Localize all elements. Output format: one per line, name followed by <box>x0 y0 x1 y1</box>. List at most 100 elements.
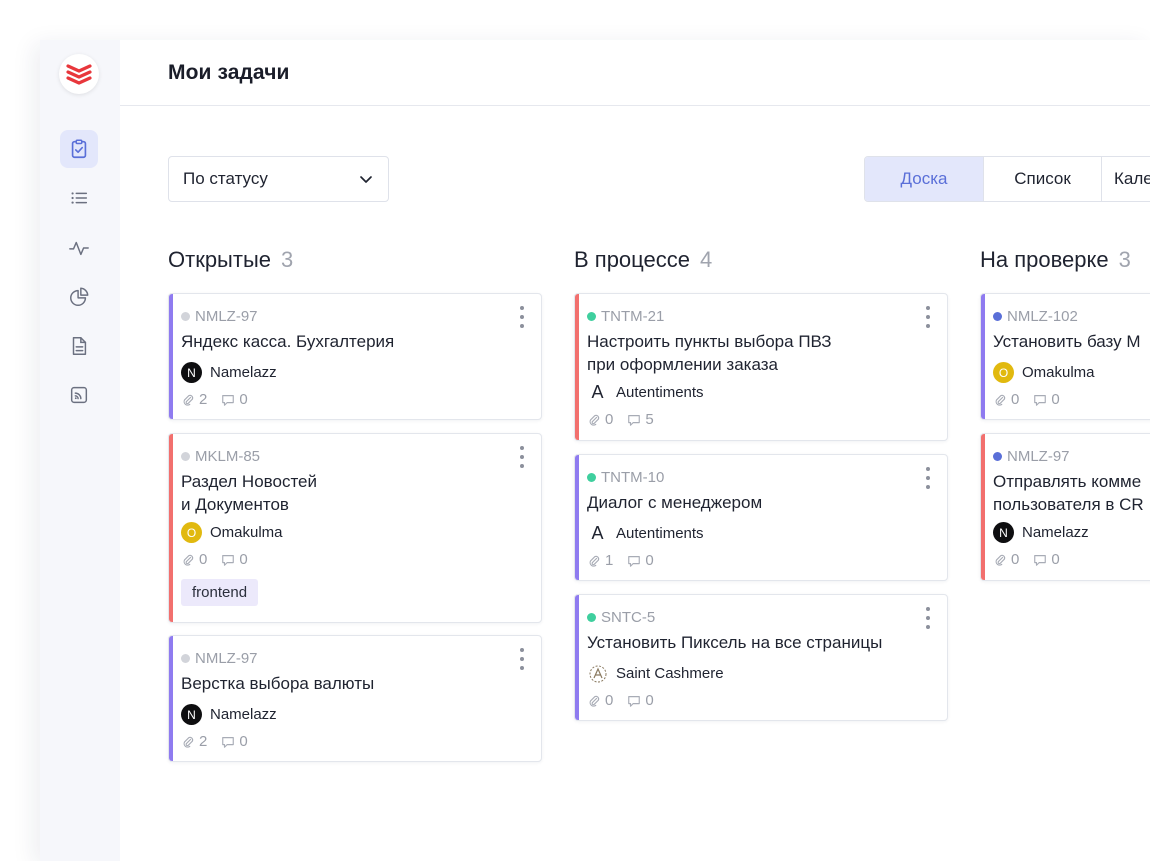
card-menu-button[interactable] <box>517 304 527 330</box>
task-card[interactable]: NMLZ-97 Яндекс касса. Бухгалтерия N Name… <box>168 293 542 420</box>
task-key: NMLZ-97 <box>181 308 258 325</box>
app-logo[interactable] <box>59 54 99 94</box>
avatar: O <box>993 362 1014 383</box>
task-key: NMLZ-102 <box>993 308 1078 325</box>
card-menu-button[interactable] <box>517 444 527 470</box>
logo-icon <box>66 64 92 85</box>
task-stats: 2 0 <box>181 391 248 408</box>
task-key: NMLZ-97 <box>993 448 1070 465</box>
comment-icon <box>222 554 235 566</box>
task-key-label: NMLZ-97 <box>195 650 258 667</box>
task-title: Установить базу М <box>993 330 1150 353</box>
comments-count: 0 <box>1051 391 1060 408</box>
assignee: A Autentiments <box>587 382 704 403</box>
view-board-button[interactable]: Доска <box>865 157 984 201</box>
task-title-line: Диалог с менеджером <box>587 493 763 512</box>
comment-icon <box>628 695 641 707</box>
page-title: Мои задачи <box>168 61 290 84</box>
assignee-name: Saint Cashmere <box>616 665 724 682</box>
task-key-label: MKLM-85 <box>195 448 261 465</box>
paperclip-icon <box>995 554 1006 566</box>
attachments-count: 2 <box>199 733 208 750</box>
task-key-label: NMLZ-97 <box>195 308 258 325</box>
task-key-label: NMLZ-97 <box>1007 448 1070 465</box>
assignee: O Omakulma <box>993 362 1095 383</box>
card-menu-button[interactable] <box>923 465 933 491</box>
attachments-count: 0 <box>605 692 614 709</box>
assignee: A Autentiments <box>587 523 703 544</box>
status-dot <box>993 452 1002 461</box>
assignee: N Namelazz <box>181 362 277 383</box>
nav-list[interactable] <box>60 179 98 217</box>
assignee-name: Omakulma <box>210 524 283 541</box>
assignee-name: Autentiments <box>616 384 704 401</box>
assignee: Saint Cashmere <box>587 663 724 684</box>
task-key: TNTM-10 <box>587 469 664 486</box>
status-stripe <box>169 636 173 761</box>
task-title-line: и Документов <box>181 495 289 514</box>
assignee-name: Namelazz <box>210 706 277 723</box>
task-card[interactable]: NMLZ-102 Установить базу М O Omakulma 0 … <box>980 293 1150 420</box>
task-title: Верстка выбора валюты <box>181 672 481 695</box>
attachments-count: 1 <box>605 552 614 569</box>
comments-count: 0 <box>239 551 248 568</box>
task-key-label: TNTM-10 <box>601 469 665 486</box>
status-dot <box>587 473 596 482</box>
nav-documents[interactable] <box>60 327 98 365</box>
task-card[interactable]: TNTM-10 Диалог с менеджером A Autentimen… <box>574 454 948 581</box>
paperclip-icon <box>183 554 194 566</box>
assignee-name: Omakulma <box>1022 364 1095 381</box>
view-list-button[interactable]: Список <box>984 157 1102 201</box>
column-header: В процессе 4 <box>574 247 948 277</box>
card-menu-button[interactable] <box>923 605 933 631</box>
card-menu-button[interactable] <box>517 646 527 672</box>
status-filter-value: По статусу <box>183 169 268 188</box>
avatar: A <box>591 382 604 402</box>
avatar: N <box>993 522 1014 543</box>
status-dot <box>181 312 190 321</box>
status-stripe <box>575 595 579 720</box>
nav-reports[interactable] <box>60 278 98 316</box>
paperclip-icon <box>183 394 194 406</box>
view-calendar-button[interactable]: Кале <box>1102 157 1150 201</box>
assignee-name: Namelazz <box>210 364 277 381</box>
task-card[interactable]: SNTC-5 Установить Пиксель на все страниц… <box>574 594 948 721</box>
status-stripe <box>981 434 985 580</box>
task-stats: 1 0 <box>587 552 654 569</box>
task-tag[interactable]: frontend <box>181 579 259 606</box>
task-title-line: Яндекс касса. Бухгалтерия <box>181 332 395 351</box>
status-dot <box>181 654 190 663</box>
card-menu-button[interactable] <box>923 304 933 330</box>
clipboard-check-icon <box>71 139 87 159</box>
status-filter-select[interactable]: По статусу <box>168 156 389 202</box>
task-title-line: Верстка выбора валюты <box>181 674 375 693</box>
attachments-count: 0 <box>605 411 614 428</box>
nav-my-tasks[interactable] <box>60 130 98 168</box>
task-card[interactable]: TNTM-21 Настроить пункты выбора ПВЗ при о… <box>574 293 948 441</box>
task-key: SNTC-5 <box>587 609 655 626</box>
task-card[interactable]: MKLM-85 Раздел Новостей и Документов O Om… <box>168 433 542 623</box>
status-dot <box>587 312 596 321</box>
attachments-count: 0 <box>199 551 208 568</box>
column-open: Открытые 3 NMLZ-97 Яндекс касса. Бухгалт… <box>168 247 542 762</box>
comments-count: 0 <box>239 733 248 750</box>
nav-activity[interactable] <box>60 229 98 267</box>
chevron-down-icon <box>360 176 372 183</box>
pie-chart-icon <box>70 287 89 306</box>
task-title: Отправлять комме пользователя в CR <box>993 470 1150 516</box>
task-title: Диалог с менеджером <box>587 491 887 514</box>
paperclip-icon <box>995 394 1006 406</box>
column-count: 4 <box>700 247 713 272</box>
task-card[interactable]: NMLZ-97 Верстка выбора валюты N Namelazz… <box>168 635 542 762</box>
comments-count: 0 <box>1051 551 1060 568</box>
top-bar: Мои задачи <box>120 40 1150 106</box>
column-header: Открытые 3 <box>168 247 542 277</box>
comment-icon <box>628 555 641 567</box>
comments-count: 0 <box>645 692 654 709</box>
comment-icon <box>628 414 641 426</box>
task-stats: 0 0 <box>993 391 1060 408</box>
nav-feed[interactable] <box>60 376 98 414</box>
comments-count: 0 <box>645 552 654 569</box>
task-card[interactable]: NMLZ-97 Отправлять комме пользователя в C… <box>980 433 1150 581</box>
column-title: В процессе <box>574 247 690 272</box>
